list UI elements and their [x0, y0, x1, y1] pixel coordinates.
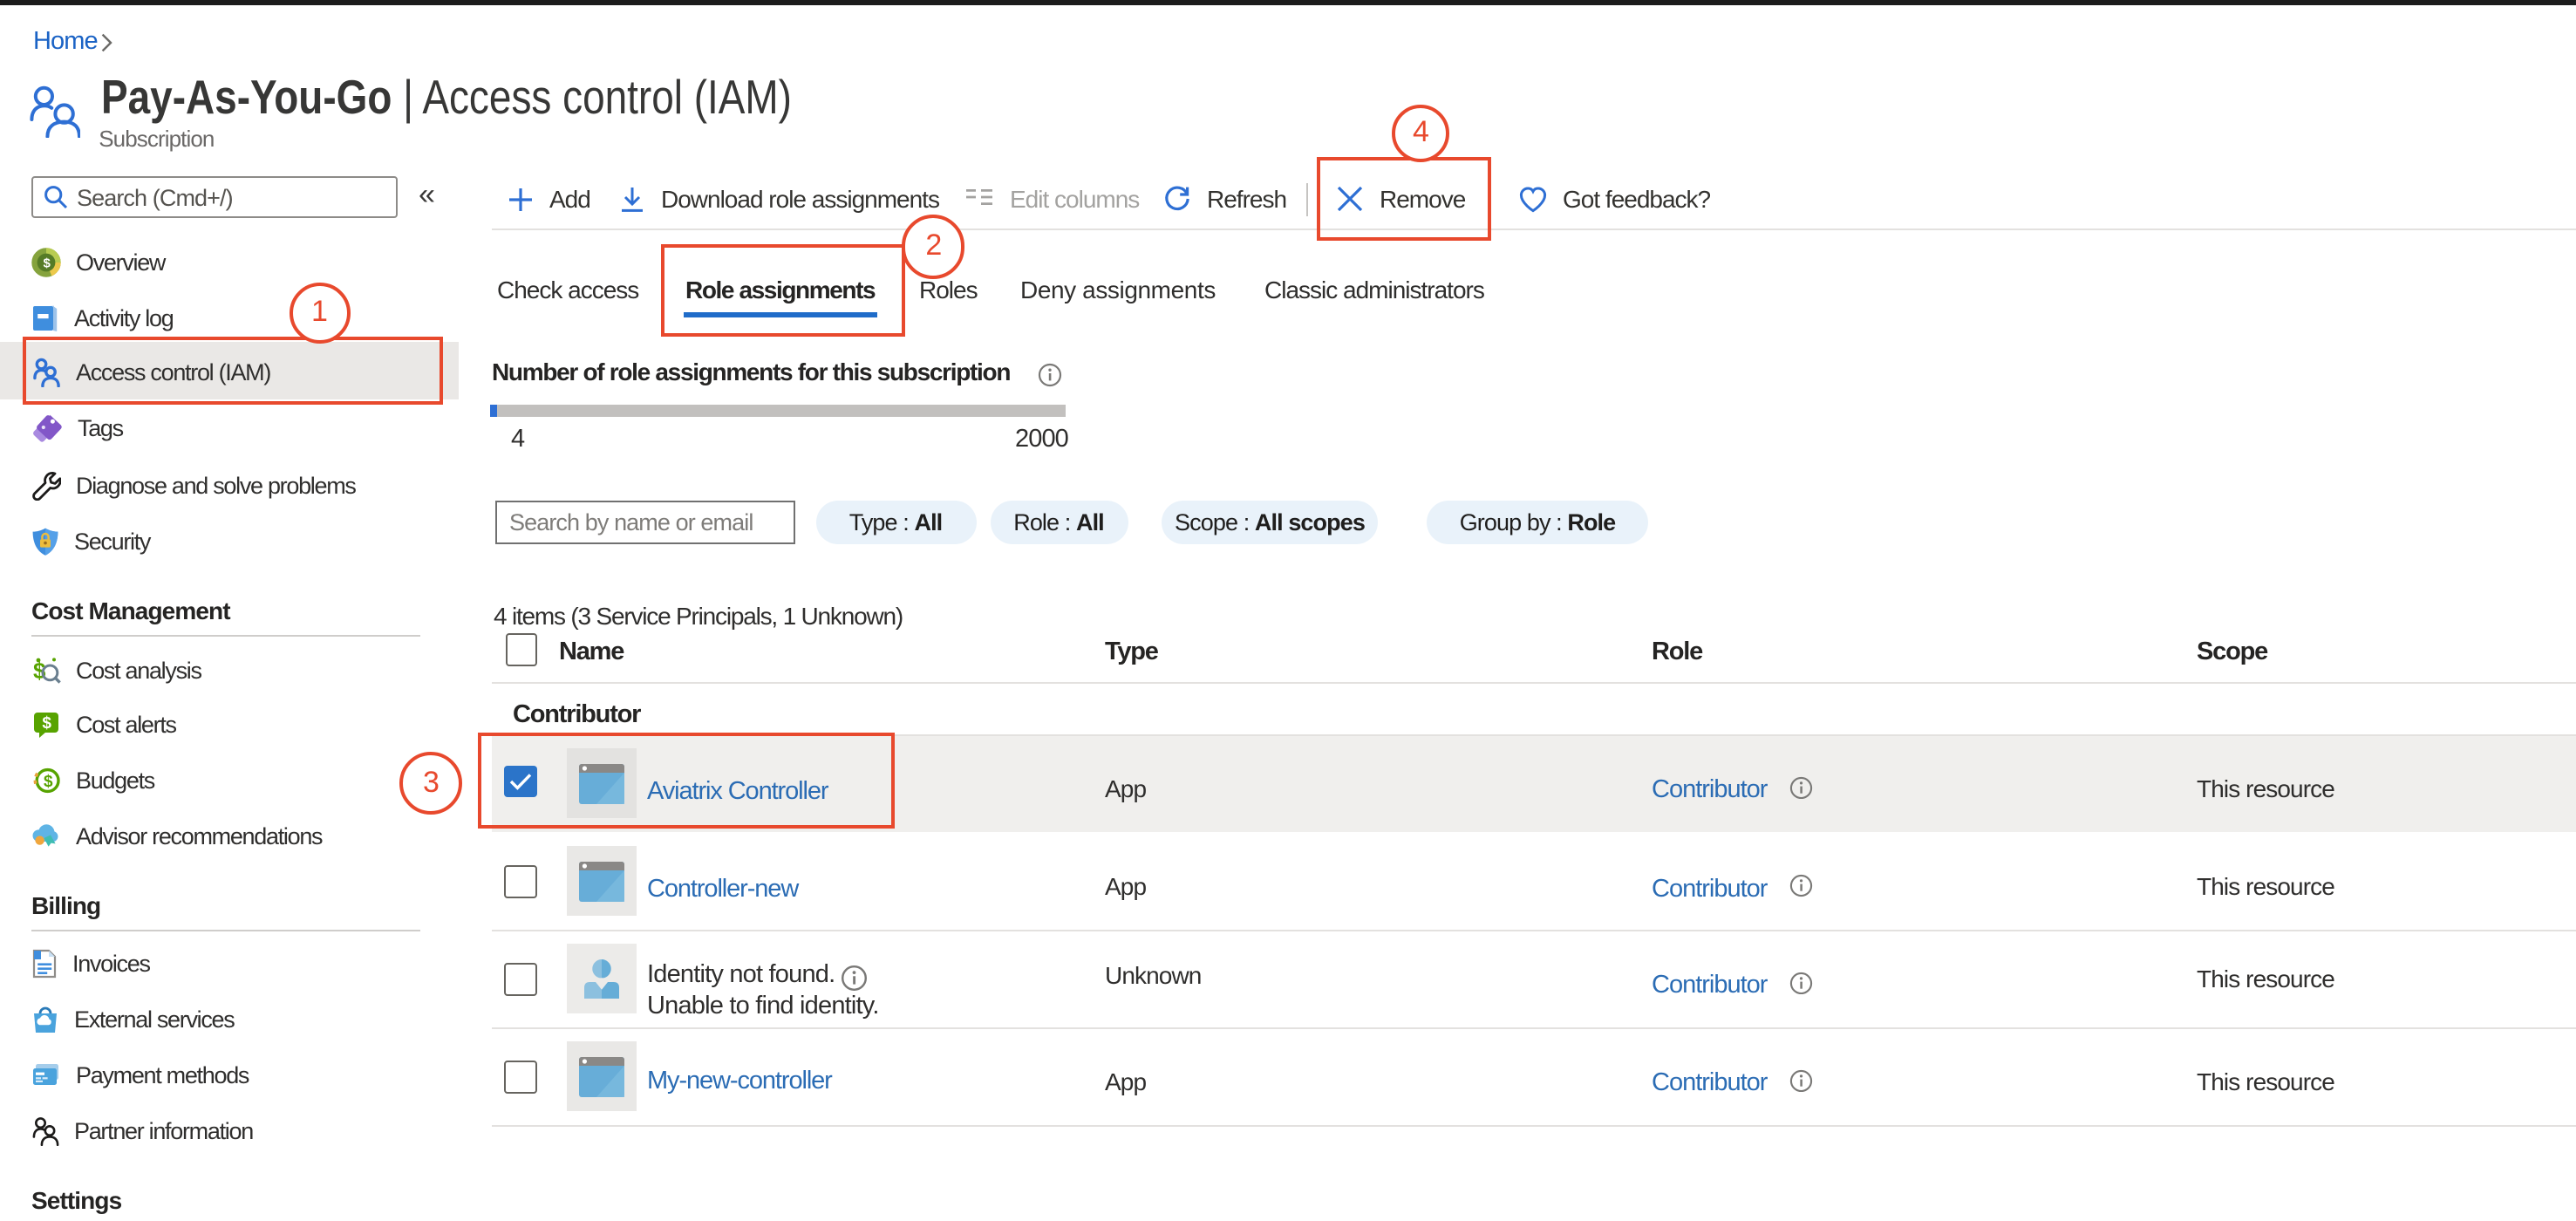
svg-text:$: $: [44, 772, 53, 790]
